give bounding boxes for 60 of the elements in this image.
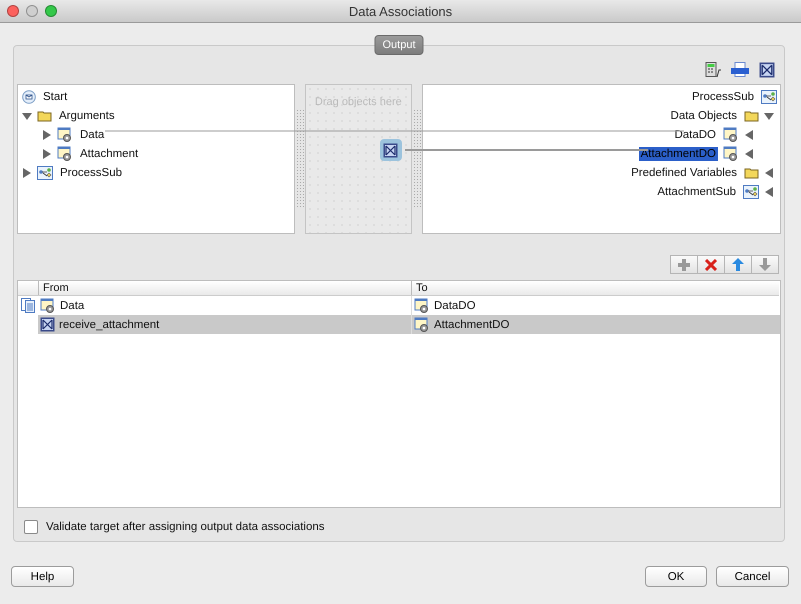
close-icon [705, 258, 717, 270]
expand-triangle-icon[interactable] [744, 130, 754, 140]
folder-icon [744, 166, 759, 178]
window-title: Data Associations [348, 4, 452, 18]
arrow-down-icon [759, 258, 771, 271]
gear-document-icon [414, 298, 430, 314]
plus-icon [678, 258, 690, 270]
expand-triangle-icon[interactable] [42, 130, 52, 140]
gear-document-icon [57, 126, 73, 142]
expand-triangle-icon[interactable] [42, 148, 52, 158]
tree-item[interactable]: DataDO [672, 128, 718, 142]
function-icon [383, 142, 398, 158]
ok-button[interactable]: OK [645, 566, 707, 587]
tree-item[interactable]: Start [41, 90, 70, 104]
xml-document-icon[interactable] [731, 62, 749, 78]
gear-document-icon [40, 298, 56, 314]
function-icon [40, 317, 55, 332]
calculator-icon[interactable] [705, 62, 721, 78]
expand-triangle-icon[interactable] [764, 186, 774, 196]
folder-icon [744, 110, 759, 122]
stacked-pages-icon [20, 298, 36, 313]
tree-item[interactable]: AttachmentSub [655, 184, 738, 198]
gear-document-icon [414, 316, 430, 332]
expand-triangle-icon[interactable] [744, 148, 754, 158]
up-row-button[interactable] [724, 255, 752, 274]
column-header[interactable]: From [38, 281, 411, 295]
envelope-icon [22, 90, 36, 104]
collapse-triangle-icon[interactable] [22, 110, 32, 120]
tree-item[interactable]: Data [78, 128, 106, 142]
help-button[interactable]: Help [11, 566, 74, 587]
tree-item[interactable]: ProcessSub [690, 90, 756, 104]
gear-document-icon [723, 146, 739, 162]
checkbox[interactable] [24, 520, 38, 534]
checkbox-label: Validate target after assigning output data associations [46, 521, 325, 533]
collapse-triangle-icon[interactable] [764, 110, 774, 120]
tree-item[interactable]: Predefined Variables [629, 166, 739, 180]
gear-document-icon [723, 126, 739, 142]
tree-item[interactable]: Attachment [78, 146, 140, 160]
delete-row-button[interactable] [697, 255, 725, 274]
flow-diagram-icon [761, 90, 777, 104]
expand-triangle-icon[interactable] [764, 168, 774, 178]
expand-triangle-icon[interactable] [22, 168, 32, 178]
tree-item[interactable]: AttachmentDO [638, 146, 718, 160]
column-header[interactable]: To [411, 281, 779, 295]
function-icon[interactable] [759, 62, 775, 78]
flow-diagram-icon [37, 166, 53, 180]
tree-item[interactable]: Data Objects [668, 108, 739, 122]
tree-item[interactable]: ProcessSub [58, 166, 124, 180]
function-node[interactable] [380, 139, 402, 161]
arrow-up-icon [732, 258, 744, 271]
table-cell: receive_attachment [38, 315, 411, 334]
zoom-button[interactable] [45, 5, 57, 17]
close-button[interactable] [7, 5, 19, 17]
section-title: Output [374, 35, 424, 55]
gear-document-icon [57, 146, 73, 162]
tree-item[interactable]: Arguments [57, 108, 117, 122]
table-cell: AttachmentDO [411, 315, 780, 334]
folder-icon [37, 110, 52, 122]
cancel-button[interactable]: Cancel [716, 566, 789, 587]
flow-diagram-icon [743, 184, 759, 198]
